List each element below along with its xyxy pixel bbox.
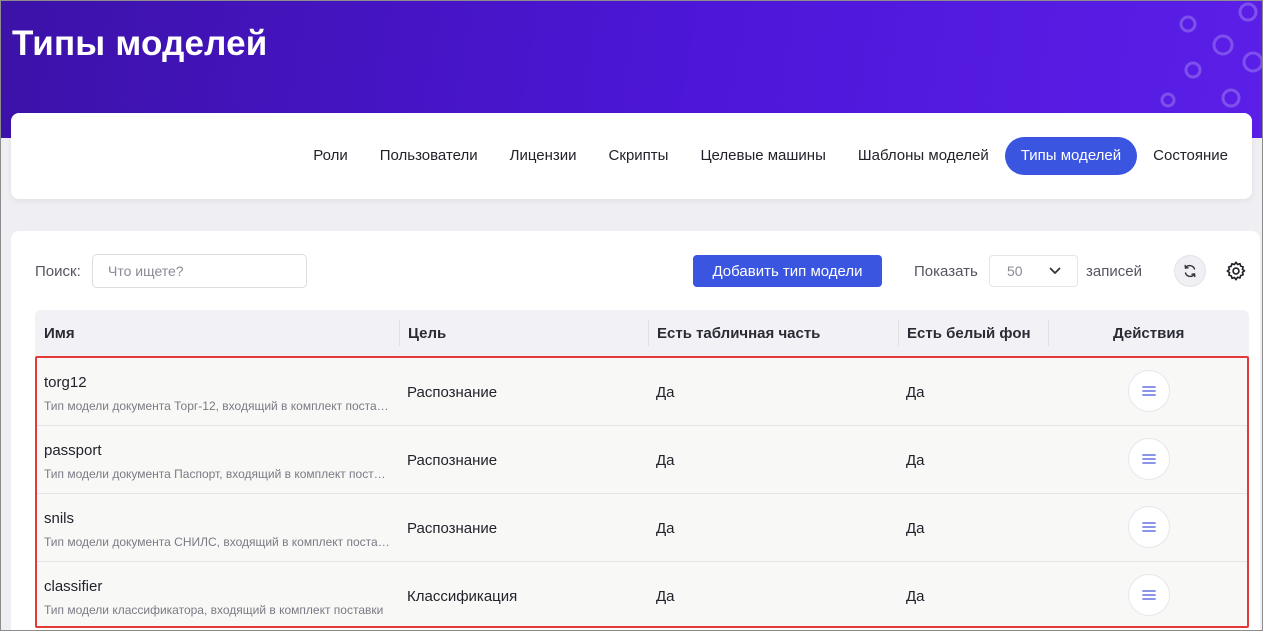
search-label: Поиск: bbox=[35, 263, 81, 280]
row-description: Тип модели документа Паспорт, входящий в… bbox=[44, 467, 390, 481]
column-header-goal[interactable]: Цель bbox=[408, 325, 446, 342]
tab-licenses[interactable]: Лицензии bbox=[494, 137, 593, 175]
refresh-icon bbox=[1184, 264, 1196, 278]
column-header-actions: Действия bbox=[1113, 325, 1185, 342]
tab-status[interactable]: Состояние bbox=[1137, 137, 1244, 175]
table-header: Имя Цель Есть табличная часть Есть белый… bbox=[35, 310, 1249, 356]
row-white-bg: Да bbox=[906, 452, 925, 469]
row-goal: Распознание bbox=[407, 452, 498, 469]
row-actions-button[interactable] bbox=[1128, 574, 1170, 616]
column-divider bbox=[648, 320, 649, 346]
records-label: записей bbox=[1086, 263, 1142, 280]
tab-users[interactable]: Пользователи bbox=[364, 137, 494, 175]
menu-icon bbox=[1142, 590, 1156, 600]
content-card: Поиск: Добавить тип модели Показать 50 з… bbox=[11, 231, 1260, 631]
mascot-pattern-icon bbox=[1160, 2, 1263, 108]
table-body: torg12 Тип модели документа Торг-12, вхо… bbox=[35, 356, 1249, 628]
row-goal: Распознание bbox=[407, 520, 498, 537]
row-actions-button[interactable] bbox=[1128, 370, 1170, 412]
menu-icon bbox=[1142, 386, 1156, 396]
tab-model-templates[interactable]: Шаблоны моделей bbox=[842, 137, 1005, 175]
row-name: torg12 bbox=[44, 374, 87, 391]
menu-icon bbox=[1142, 454, 1156, 464]
row-white-bg: Да bbox=[906, 384, 925, 401]
tab-nav: Роли Пользователи Лицензии Скрипты Целев… bbox=[297, 137, 1244, 175]
row-name: snils bbox=[44, 510, 75, 527]
tab-target-machines[interactable]: Целевые машины bbox=[684, 137, 841, 175]
row-goal: Распознание bbox=[407, 384, 498, 401]
add-model-type-button[interactable]: Добавить тип модели bbox=[693, 255, 882, 287]
row-has-table: Да bbox=[656, 520, 675, 537]
nav-card: Роли Пользователи Лицензии Скрипты Целев… bbox=[11, 113, 1252, 199]
show-label: Показать bbox=[914, 263, 978, 280]
row-name: passport bbox=[44, 442, 102, 459]
column-divider bbox=[399, 320, 400, 346]
column-header-white-bg[interactable]: Есть белый фон bbox=[907, 325, 1031, 342]
table-row[interactable]: classifier Тип модели классификатора, вх… bbox=[37, 562, 1247, 626]
row-actions-button[interactable] bbox=[1128, 438, 1170, 480]
row-white-bg: Да bbox=[906, 520, 925, 537]
toolbar: Поиск: Добавить тип модели Показать 50 з… bbox=[11, 231, 1260, 311]
tab-scripts[interactable]: Скрипты bbox=[593, 137, 685, 175]
row-name: classifier bbox=[44, 578, 103, 595]
column-divider bbox=[1048, 320, 1049, 346]
row-goal: Классификация bbox=[407, 588, 518, 605]
row-actions-button[interactable] bbox=[1128, 506, 1170, 548]
row-description: Тип модели документа Торг-12, входящий в… bbox=[44, 399, 390, 413]
menu-icon bbox=[1142, 522, 1156, 532]
row-description: Тип модели классификатора, входящий в ко… bbox=[44, 603, 384, 617]
gear-icon bbox=[1226, 261, 1246, 281]
model-types-table: Имя Цель Есть табличная часть Есть белый… bbox=[35, 310, 1249, 628]
page-title: Типы моделей bbox=[12, 24, 268, 63]
tab-model-types[interactable]: Типы моделей bbox=[1004, 137, 1138, 175]
table-row[interactable]: torg12 Тип модели документа Торг-12, вхо… bbox=[37, 358, 1247, 426]
refresh-button[interactable] bbox=[1174, 255, 1206, 287]
tab-roles[interactable]: Роли bbox=[297, 137, 364, 175]
search-input[interactable] bbox=[92, 254, 307, 288]
row-has-table: Да bbox=[656, 452, 675, 469]
row-has-table: Да bbox=[656, 588, 675, 605]
row-description: Тип модели документа СНИЛС, входящий в к… bbox=[44, 535, 390, 549]
table-row[interactable]: passport Тип модели документа Паспорт, в… bbox=[37, 426, 1247, 494]
row-white-bg: Да bbox=[906, 588, 925, 605]
row-has-table: Да bbox=[656, 384, 675, 401]
column-header-name[interactable]: Имя bbox=[44, 325, 75, 342]
column-divider bbox=[898, 320, 899, 346]
column-header-has-table[interactable]: Есть табличная часть bbox=[657, 325, 820, 342]
table-row[interactable]: snils Тип модели документа СНИЛС, входящ… bbox=[37, 494, 1247, 562]
page-size-value: 50 bbox=[1007, 263, 1023, 279]
chevron-down-icon bbox=[1049, 267, 1061, 274]
settings-button[interactable] bbox=[1223, 258, 1249, 284]
page-size-select[interactable]: 50 bbox=[989, 255, 1078, 287]
